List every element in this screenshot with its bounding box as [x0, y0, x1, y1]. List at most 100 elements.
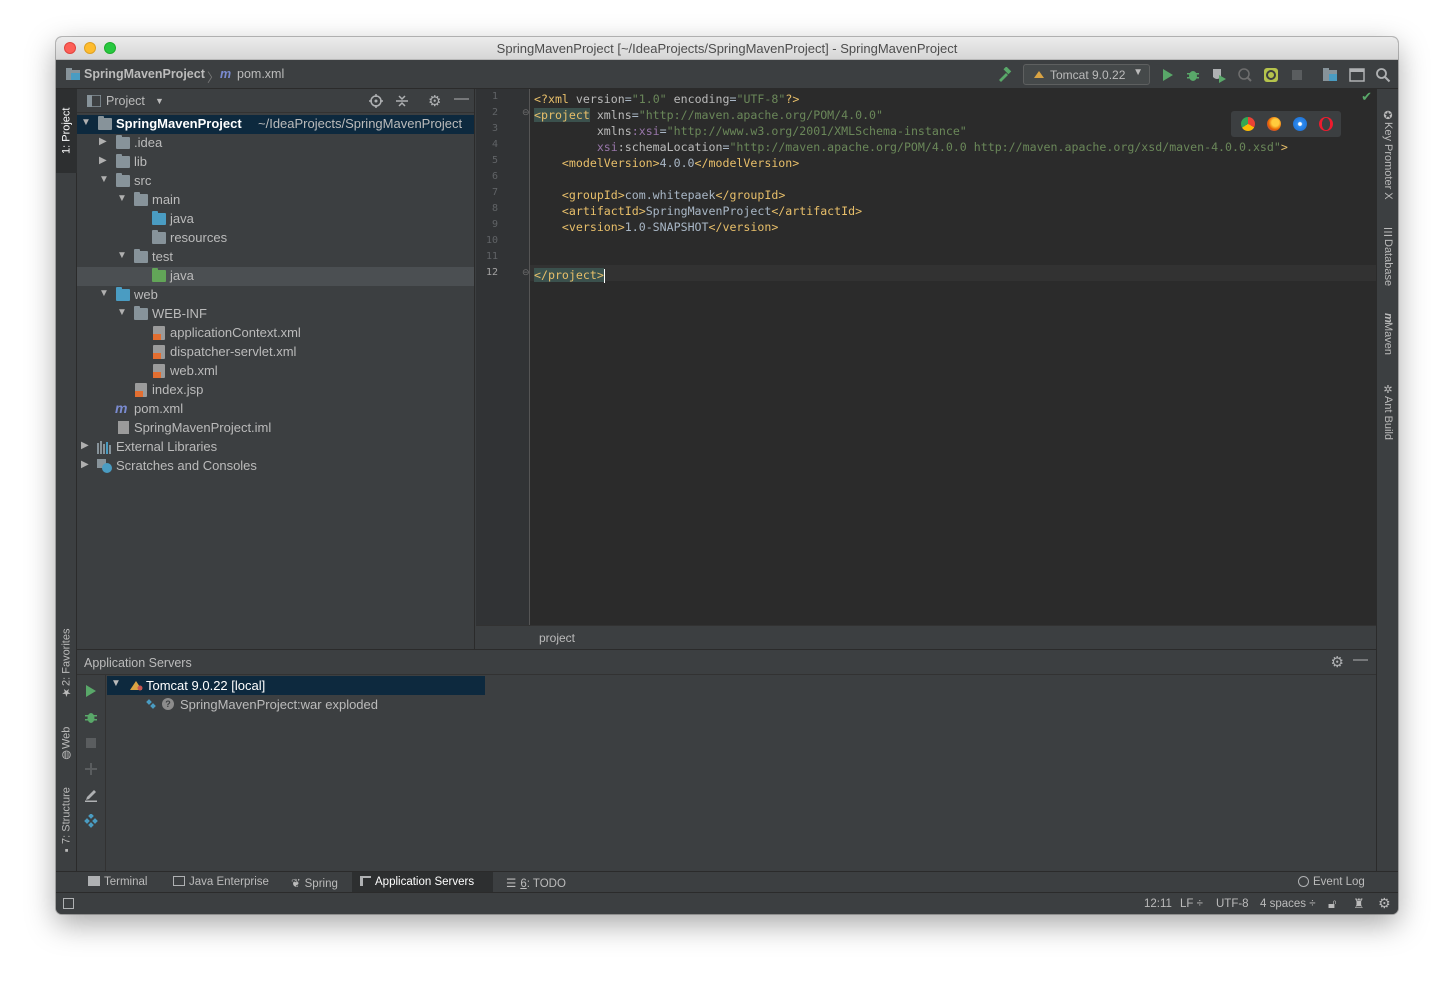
profile-icon[interactable] — [1237, 67, 1253, 83]
line-separator-selector[interactable]: LF ÷ — [1180, 898, 1203, 910]
tool-tab-key-promoter[interactable]: ✪ Key Promoter X — [1377, 99, 1398, 209]
jsp-file-icon — [135, 383, 147, 397]
debug-icon[interactable] — [1185, 67, 1201, 83]
tab-terminal[interactable]: Terminal — [80, 872, 155, 893]
run-server-icon[interactable] — [84, 684, 98, 698]
tree-node-web[interactable]: ▼ web — [77, 286, 474, 305]
project-tool-window: Project ▼ ⚙ — ▼ SpringMavenProject ~/Ide… — [77, 89, 475, 649]
hector-icon[interactable]: ♜ — [1353, 896, 1365, 912]
tool-tab-structure[interactable]: ▪ 7: Structure — [56, 779, 77, 864]
toggle-tool-windows-icon[interactable] — [63, 898, 74, 909]
tree-node-src[interactable]: ▼ src — [77, 172, 474, 191]
gear-icon[interactable]: ⚙ — [428, 92, 441, 110]
tomcat-icon — [130, 681, 143, 691]
tree-node-test-java[interactable]: java — [77, 267, 474, 286]
tree-node-test[interactable]: ▼ test — [77, 248, 474, 267]
run-icon[interactable] — [1160, 67, 1176, 83]
debug-server-icon[interactable] — [84, 710, 98, 724]
tree-node-application-context[interactable]: applicationContext.xml — [77, 324, 474, 343]
expand-arrow-icon[interactable]: ▶ — [81, 459, 91, 470]
expand-arrow-icon[interactable]: ▼ — [81, 117, 91, 128]
tool-tab-database[interactable]: ☰ Database — [1377, 219, 1398, 294]
breadcrumb-file[interactable]: pom.xml — [237, 67, 284, 81]
tree-node-idea[interactable]: ▶ .idea — [77, 134, 474, 153]
settings-icon[interactable]: ⚙ — [1378, 895, 1391, 912]
tree-node-lib[interactable]: ▶ lib — [77, 153, 474, 172]
hide-panel-icon[interactable]: — — [1353, 651, 1368, 668]
tree-node-web-xml[interactable]: web.xml — [77, 362, 474, 381]
bottom-tool-tabs: Terminal Java Enterprise ❦ Spring Applica… — [56, 871, 1398, 893]
expand-arrow-icon[interactable]: ▼ — [99, 174, 109, 185]
gear-icon[interactable]: ⚙ — [1331, 653, 1344, 671]
collapse-all-icon[interactable] — [395, 94, 409, 108]
tool-tab-maven[interactable]: m Maven — [1377, 304, 1398, 364]
artifacts-icon[interactable] — [84, 814, 98, 828]
tree-node-main[interactable]: ▼ main — [77, 191, 474, 210]
tree-node-iml[interactable]: SpringMavenProject.iml — [77, 419, 474, 438]
tree-node-artifact[interactable]: ? SpringMavenProject:war exploded — [107, 695, 485, 714]
breadcrumb-project[interactable]: SpringMavenProject — [84, 67, 205, 81]
project-view-selector[interactable]: Project — [106, 94, 145, 108]
tab-application-servers[interactable]: Application Servers — [352, 872, 493, 893]
tool-tab-project[interactable]: 1: Project — [56, 89, 77, 173]
tab-event-log[interactable]: Event Log — [1290, 872, 1373, 893]
hide-panel-icon[interactable]: — — [454, 90, 469, 107]
indent-selector[interactable]: 4 spaces ÷ — [1260, 898, 1316, 910]
caret-position[interactable]: 12:11 — [1144, 898, 1172, 910]
expand-arrow-icon[interactable]: ▶ — [99, 155, 109, 166]
inspection-ok-icon[interactable]: ✔ — [1361, 89, 1372, 105]
tab-event-log-label: Event Log — [1313, 876, 1365, 888]
safari-icon[interactable] — [1293, 117, 1307, 131]
chevron-down-icon[interactable]: ▼ — [155, 96, 164, 106]
expand-arrow-icon[interactable]: ▼ — [99, 288, 109, 299]
tree-node-root[interactable]: ▼ SpringMavenProject ~/IdeaProjects/Spri… — [77, 115, 474, 134]
tree-node-resources[interactable]: resources — [77, 229, 474, 248]
tool-tab-favorites[interactable]: ★ 2: Favorites — [56, 619, 77, 709]
expand-arrow-icon[interactable]: ▼ — [117, 250, 127, 261]
code-token: <artifactId> — [534, 204, 646, 218]
fold-marker-icon[interactable]: ⊖ — [522, 107, 530, 118]
editor-breadcrumb[interactable]: project — [539, 631, 575, 645]
tool-tab-ant-build[interactable]: ✲ Ant Build — [1377, 374, 1398, 449]
search-icon[interactable] — [1375, 67, 1391, 83]
tree-node-pom[interactable]: m pom.xml — [77, 400, 474, 419]
tab-spring[interactable]: ❦ Spring — [283, 872, 346, 893]
encoding-selector[interactable]: UTF-8 — [1216, 898, 1249, 910]
code-line-5: <modelVersion>4.0.0</modelVersion> — [534, 155, 799, 171]
opera-icon[interactable] — [1319, 117, 1333, 131]
tree-node-external-libraries[interactable]: ▶ External Libraries — [77, 438, 474, 457]
tree-node-dispatcher-servlet[interactable]: dispatcher-servlet.xml — [77, 343, 474, 362]
expand-arrow-icon[interactable]: ▼ — [111, 678, 121, 689]
tree-node-web-inf[interactable]: ▼ WEB-INF — [77, 305, 474, 324]
stop-icon[interactable] — [1289, 67, 1305, 83]
chrome-icon[interactable] — [1241, 117, 1255, 131]
expand-arrow-icon[interactable]: ▼ — [117, 193, 127, 204]
code-token: "UTF-8" — [736, 92, 786, 106]
firefox-icon[interactable] — [1267, 117, 1281, 131]
navigation-bar: SpringMavenProject 〉 m pom.xml Tomcat 9.… — [56, 60, 1398, 89]
edit-configuration-icon[interactable] — [84, 788, 98, 802]
tree-node-index-jsp[interactable]: index.jsp — [77, 381, 474, 400]
tree-node-scratches[interactable]: ▶ Scratches and Consoles — [77, 457, 474, 476]
window-layout-icon[interactable] — [1349, 67, 1365, 83]
expand-arrow-icon[interactable]: ▶ — [81, 440, 91, 451]
build-hammer-icon[interactable] — [996, 67, 1012, 83]
tree-node-main-java[interactable]: java — [77, 210, 474, 229]
run-anything-icon[interactable] — [1263, 67, 1279, 83]
run-with-coverage-icon[interactable] — [1211, 67, 1227, 83]
tab-java-enterprise[interactable]: Java Enterprise — [165, 872, 277, 893]
expand-arrow-icon[interactable]: ▶ — [99, 136, 109, 147]
tree-node-tomcat-server[interactable]: ▼ Tomcat 9.0.22 [local] — [107, 676, 485, 695]
tool-tab-web[interactable]: ◍ Web — [56, 719, 77, 769]
code-token: :xsi — [631, 124, 660, 138]
tab-todo[interactable]: ☰ 6: TODO — [498, 872, 574, 893]
deploy-icon[interactable] — [84, 762, 98, 776]
fold-marker-icon[interactable]: ⊖ — [522, 267, 530, 278]
lock-icon[interactable]: 🔓︎ — [1328, 896, 1336, 912]
locate-target-icon[interactable] — [369, 94, 383, 108]
project-structure-icon[interactable] — [1322, 67, 1338, 83]
stop-server-icon[interactable] — [84, 736, 98, 750]
run-configuration-selector[interactable]: Tomcat 9.0.22 ▼ — [1023, 64, 1150, 85]
code-editor[interactable]: 1 2 3 4 5 6 7 8 9 10 11 12 ⊖ ⊖ <?xml ver… — [476, 89, 1376, 649]
expand-arrow-icon[interactable]: ▼ — [117, 307, 127, 318]
